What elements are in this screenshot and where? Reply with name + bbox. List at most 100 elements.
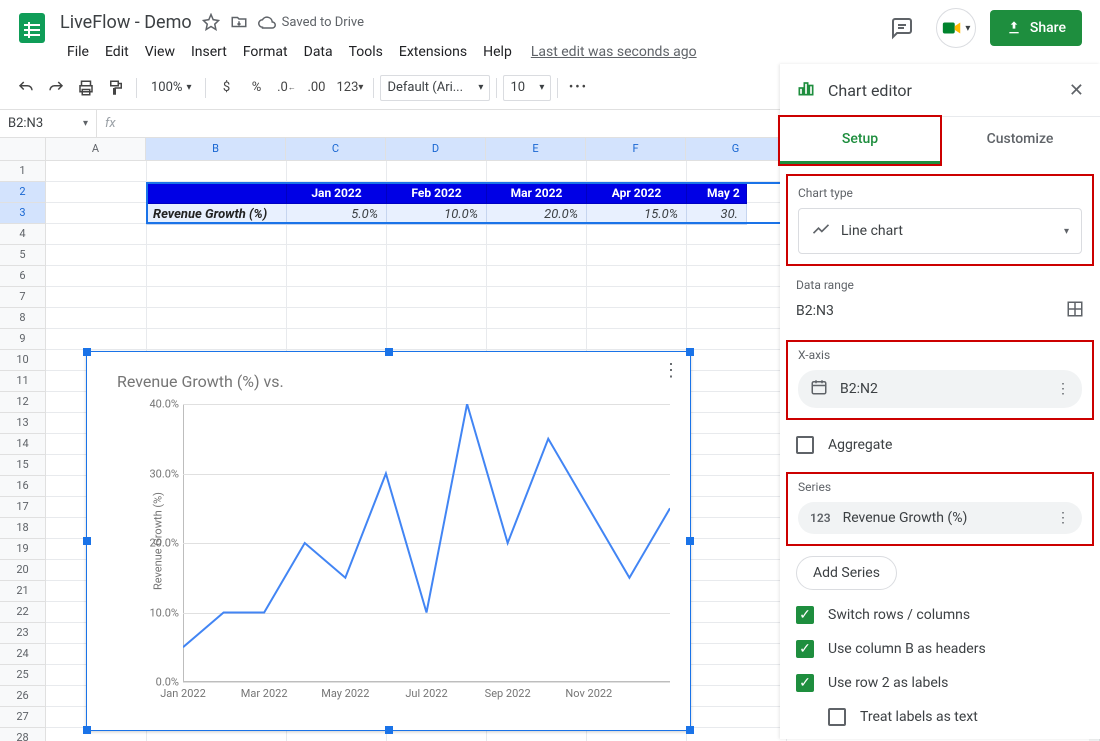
row-header[interactable]: 12 (0, 392, 45, 413)
row-header[interactable]: 13 (0, 413, 45, 434)
row-header[interactable]: 25 (0, 665, 45, 686)
row-header[interactable]: 15 (0, 455, 45, 476)
treat-labels-checkbox[interactable] (828, 708, 846, 726)
sidebar-title: Chart editor (828, 81, 1057, 100)
xaxis-chip[interactable]: B2:N2 ⋮ (798, 370, 1082, 408)
row-header[interactable]: 6 (0, 266, 45, 287)
row-header[interactable]: 11 (0, 371, 45, 392)
month-header[interactable]: Mar 2022 (487, 183, 587, 204)
comments-icon[interactable] (882, 8, 922, 48)
row-header[interactable]: 9 (0, 329, 45, 350)
col-header[interactable]: D (386, 138, 486, 160)
value-cell[interactable]: 5.0% (287, 204, 387, 225)
row-header[interactable]: 7 (0, 287, 45, 308)
decrease-decimal-icon[interactable]: .0← (272, 74, 300, 102)
meet-button[interactable]: ▾ (936, 8, 976, 48)
menu-help[interactable]: Help (476, 40, 519, 64)
row-header[interactable]: 10 (0, 350, 45, 371)
series-chip[interactable]: 123 Revenue Growth (%) ⋮ (798, 502, 1082, 534)
print-icon[interactable] (72, 74, 100, 102)
col-header[interactable]: B (146, 138, 286, 160)
move-icon[interactable] (230, 13, 248, 31)
sheets-logo-icon[interactable] (12, 8, 52, 48)
table-corner[interactable] (147, 183, 287, 204)
menu-extensions[interactable]: Extensions (392, 40, 474, 64)
xaxis-more-icon[interactable]: ⋮ (1056, 381, 1070, 397)
row-header[interactable]: 24 (0, 644, 45, 665)
tab-setup[interactable]: Setup (780, 117, 940, 164)
row-header[interactable]: 2 (0, 182, 45, 203)
value-cell[interactable]: 15.0% (587, 204, 687, 225)
use-col-checkbox[interactable]: ✓ (796, 640, 814, 658)
percent-icon[interactable]: % (242, 74, 270, 102)
row-header[interactable]: 23 (0, 623, 45, 644)
share-button[interactable]: Share (990, 10, 1082, 46)
col-header[interactable]: G (686, 138, 786, 160)
row-header[interactable]: 1 (0, 161, 45, 182)
aggregate-checkbox[interactable] (796, 436, 814, 454)
tab-customize[interactable]: Customize (940, 117, 1100, 164)
data-range-grid-icon[interactable] (1066, 300, 1084, 322)
increase-decimal-icon[interactable]: .00 (302, 74, 330, 102)
menu-data[interactable]: Data (297, 40, 340, 64)
col-header[interactable]: E (486, 138, 586, 160)
row-header[interactable]: 8 (0, 308, 45, 329)
col-header[interactable]: A (46, 138, 146, 160)
chart-type-select[interactable]: Line chart ▾ (798, 208, 1082, 254)
redo-icon[interactable] (42, 74, 70, 102)
row-header[interactable]: 19 (0, 539, 45, 560)
row-header[interactable]: 27 (0, 707, 45, 728)
name-box[interactable]: B2:N3▾ (0, 110, 97, 137)
row-header[interactable]: 17 (0, 497, 45, 518)
row-header[interactable]: 5 (0, 245, 45, 266)
switch-rows-checkbox[interactable]: ✓ (796, 606, 814, 624)
value-cell-clipped[interactable]: 30. (687, 204, 747, 225)
col-header[interactable]: C (286, 138, 386, 160)
menu-edit[interactable]: Edit (98, 40, 136, 64)
month-header[interactable]: Feb 2022 (387, 183, 487, 204)
row-header[interactable]: 3 (0, 203, 45, 224)
row-header[interactable]: 28 (0, 728, 45, 741)
doc-title[interactable]: LiveFlow - Demo (60, 12, 192, 33)
close-icon[interactable]: ✕ (1069, 80, 1084, 101)
font-size-select[interactable]: 10▾ (503, 75, 551, 101)
row-header[interactable]: 16 (0, 476, 45, 497)
row-header[interactable]: 20 (0, 560, 45, 581)
use-row-checkbox[interactable]: ✓ (796, 674, 814, 692)
add-series-button[interactable]: Add Series (796, 556, 897, 590)
month-header-clipped[interactable]: May 2 (687, 183, 747, 204)
value-cell[interactable]: 20.0% (487, 204, 587, 225)
menu-insert[interactable]: Insert (184, 40, 234, 64)
chart-xtick: Jul 2022 (405, 687, 447, 700)
currency-icon[interactable]: $ (212, 74, 240, 102)
month-header[interactable]: Jan 2022 (287, 183, 387, 204)
star-icon[interactable] (202, 13, 220, 31)
menu-view[interactable]: View (138, 40, 182, 64)
row-header[interactable]: 22 (0, 602, 45, 623)
font-select[interactable]: Default (Ari...▾ (380, 75, 490, 101)
value-cell[interactable]: 10.0% (387, 204, 487, 225)
row-header[interactable]: 26 (0, 686, 45, 707)
last-edit-link[interactable]: Last edit was seconds ago (531, 44, 697, 60)
select-all-corner[interactable] (0, 138, 46, 160)
saved-to-drive[interactable]: Saved to Drive (258, 13, 364, 31)
undo-icon[interactable] (12, 74, 40, 102)
row-header[interactable]: 18 (0, 518, 45, 539)
menu-format[interactable]: Format (236, 40, 295, 64)
number-format-select[interactable]: 123 ▾ (332, 74, 367, 102)
chart-menu-icon[interactable]: ⋮ (662, 360, 680, 381)
menu-tools[interactable]: Tools (342, 40, 390, 64)
col-header[interactable]: F (586, 138, 686, 160)
row-label-cell[interactable]: Revenue Growth (%) (147, 204, 287, 225)
toolbar-more-icon[interactable]: ••• (564, 74, 592, 102)
zoom-select[interactable]: 100% ▾ (143, 80, 199, 95)
data-range-value[interactable]: B2:N3 (796, 303, 834, 319)
embedded-chart[interactable]: ⋮ Revenue Growth (%) vs. Revenue Growth … (86, 351, 691, 731)
series-more-icon[interactable]: ⋮ (1056, 510, 1070, 526)
menu-file[interactable]: File (60, 40, 96, 64)
row-header[interactable]: 21 (0, 581, 45, 602)
row-header[interactable]: 14 (0, 434, 45, 455)
row-header[interactable]: 4 (0, 224, 45, 245)
paint-format-icon[interactable] (102, 74, 130, 102)
month-header[interactable]: Apr 2022 (587, 183, 687, 204)
